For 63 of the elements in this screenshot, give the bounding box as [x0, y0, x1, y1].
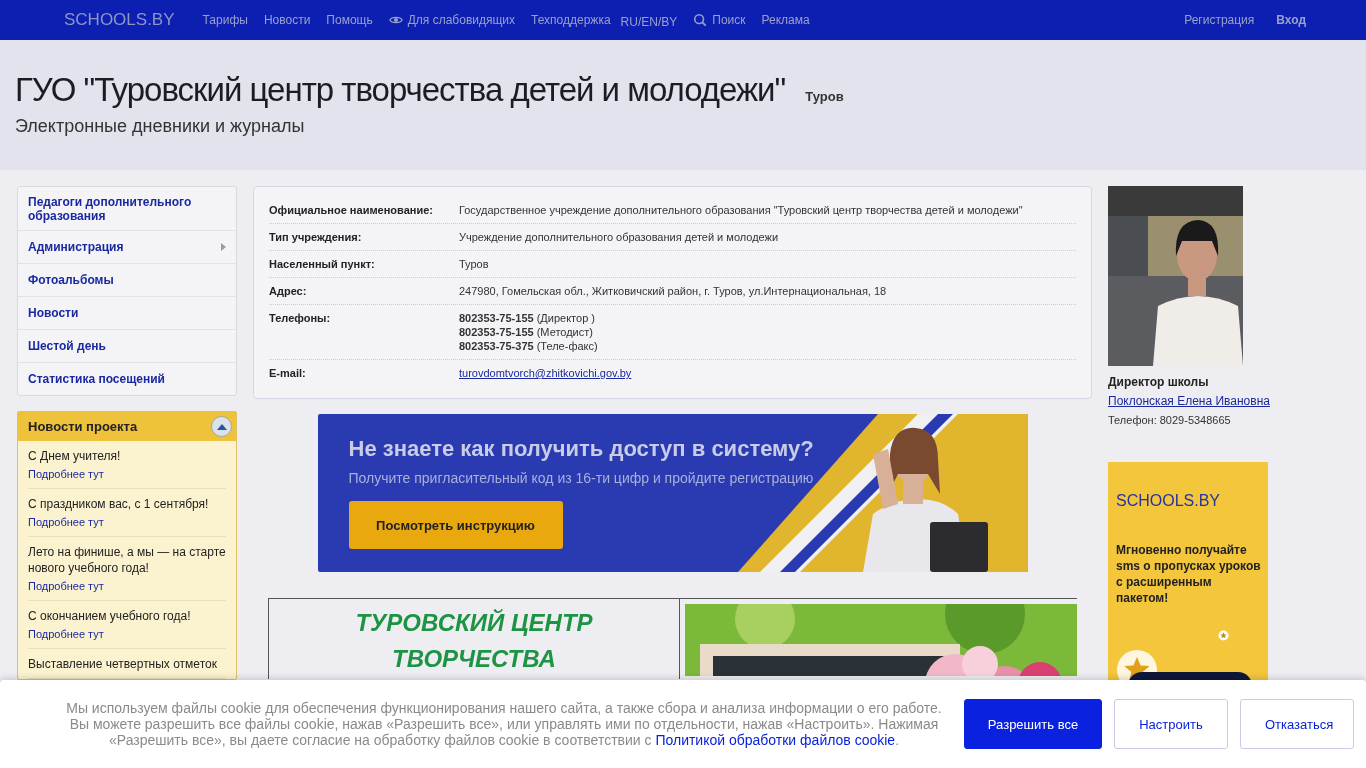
menu-item[interactable]: Новости	[18, 296, 236, 329]
phone-entry: 802353-75-155 (Методист)	[459, 325, 594, 339]
menu-item[interactable]: Педагоги дополнительного образования	[18, 187, 236, 230]
nav-link[interactable]: Тарифы	[202, 13, 248, 27]
menu-item[interactable]: Фотоальбомы	[18, 263, 236, 296]
read-more-link[interactable]: Подробнее тут	[28, 514, 226, 530]
email-link[interactable]: turovdomtvorch@zhitkovichi.gov.by	[459, 366, 632, 380]
page-title: ГУО "Туровский центр творчества детей и молодежи"	[15, 70, 786, 110]
star-icon	[1218, 630, 1229, 641]
welcome-heading: ТВОРЧЕСТВА	[392, 644, 556, 674]
menu-item[interactable]: Статистика посещений	[18, 362, 236, 395]
info-label: Тип учреждения:	[269, 230, 363, 244]
director-name-link[interactable]: Поклонская Елена Ивановна	[1108, 394, 1283, 408]
nav-link[interactable]: Техподдержка	[531, 13, 611, 27]
news-title: С праздником вас, с 1 сентября!	[28, 496, 210, 512]
news-title: Лето на финише, а мы — на старте нового учебного года!	[28, 544, 226, 576]
info-value: Туров	[459, 257, 489, 271]
cookie-notice: Мы используем файлы cookie для обеспечения функционирования нашего сайта, а также сбора и анализа информации о его работе. Вы можете разрешить все файлы cookie, нажав «Разрешить все», или управлять ими по отдельности, нажав «Настроить». Нажимая «Разрешить все», вы даете согласие на обработку файлов cookie в соответствии с Политикой обработки файлов cookie.	[66, 700, 942, 748]
phone-entry: 802353-75-155 (Директор )	[459, 311, 596, 325]
caret-icon	[216, 423, 227, 430]
page-subtitle: Электронные дневники и журналы	[15, 116, 306, 137]
nav-link[interactable]: Регистрация	[1184, 13, 1255, 27]
director-phone: Телефон: 8029-5348665	[1108, 414, 1232, 426]
menu-item[interactable]: Администрация	[18, 230, 236, 263]
instruction-button[interactable]: Посмотреть инструкцию	[348, 501, 563, 549]
info-value: 247980, Гомельская обл., Житковичский район, г. Туров, ул.Интернациональная, 18	[459, 284, 887, 298]
accessibility-link[interactable]: Для слабовидящих	[388, 13, 516, 27]
read-more-link[interactable]: Подробнее тут	[28, 578, 226, 594]
nav-link[interactable]: Помощь	[326, 13, 373, 27]
news-title: С окончанием учебного года!	[28, 608, 192, 624]
language-link[interactable]: RU/EN/BY	[620, 11, 678, 29]
accept-button[interactable]: Разрешить все	[964, 699, 1102, 749]
cookie-policy-link[interactable]: Политикой обработки файлов cookie	[655, 732, 896, 748]
news-panel-title: Новости проекта	[28, 419, 138, 434]
city-label: Туров	[805, 89, 844, 104]
banner-title: Не знаете как получить доступ в систему?	[348, 436, 814, 462]
search-icon	[693, 13, 708, 27]
news-title: С Днем учителя!	[28, 448, 122, 464]
director-role: Директор школы	[1108, 375, 1210, 389]
read-more-link[interactable]: Подробнее тут	[28, 466, 226, 482]
info-label: Адрес:	[269, 284, 308, 298]
info-label: E-mail:	[269, 366, 307, 380]
cookie-button[interactable]: Отказаться	[1240, 699, 1354, 749]
welcome-heading: ТУРОВСКИЙ ЦЕНТР	[355, 608, 593, 638]
phone-entry: 802353-75-375 (Теле-факс)	[459, 339, 598, 353]
promo-logo: SCHOOLS.BY	[1116, 492, 1221, 510]
info-label: Официальное наименование:	[269, 203, 434, 217]
cookie-button[interactable]: Настроить	[1114, 699, 1228, 749]
nav-link[interactable]: Вход	[1276, 13, 1306, 27]
menu-item[interactable]: Шестой день	[18, 329, 236, 362]
read-more-link[interactable]: Подробнее тут	[28, 626, 226, 642]
promo-text: Мгновенно получайте sms о пропусках уроков с расширенным пакетом!	[1116, 542, 1262, 606]
nav-link[interactable]: Реклама	[761, 13, 810, 27]
info-value: Государственное учреждение дополнительного образования "Туровский центр творчества детей и молодежи"	[459, 203, 1023, 217]
banner-subtitle: Получите пригласительный код из 16-ти цифр и пройдите регистрацию	[348, 470, 814, 486]
search-link[interactable]: Поиск	[693, 13, 746, 27]
info-value: Учреждение дополнительного образования детей и молодежи	[459, 230, 779, 244]
news-title: Выставление четвертных отметок	[28, 656, 218, 672]
collapse-button[interactable]	[211, 416, 232, 437]
site-logo[interactable]: SCHOOLS.BY	[64, 10, 175, 30]
nav-link[interactable]: Новости	[263, 13, 311, 27]
info-label: Населенный пункт:	[269, 257, 376, 271]
info-label: Телефоны:	[269, 311, 332, 326]
